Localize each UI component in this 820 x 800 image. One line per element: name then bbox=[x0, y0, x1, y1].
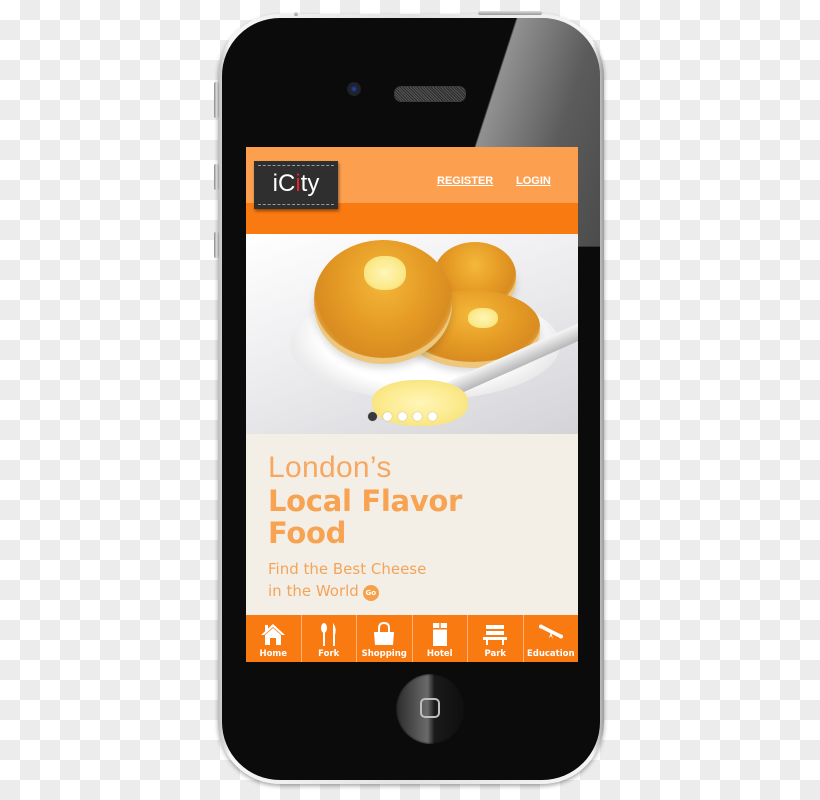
tab-education-label: Education bbox=[526, 649, 575, 659]
tab-education[interactable]: Education bbox=[524, 615, 579, 662]
tab-shopping-label: Shopping bbox=[361, 649, 407, 659]
tab-hotel-label: Hotel bbox=[426, 649, 453, 659]
headline-bold-line2: Food bbox=[268, 516, 347, 550]
carousel-dot-5[interactable] bbox=[428, 412, 437, 421]
phone-bezel: iCity REGISTER LOGIN London’s Local Flav… bbox=[222, 18, 600, 780]
carousel-dot-4[interactable] bbox=[413, 412, 422, 421]
butter-pat-image bbox=[468, 308, 498, 328]
volume-up-button bbox=[214, 164, 219, 190]
tab-fork[interactable]: Fork bbox=[302, 615, 357, 662]
subtitle-line1: Find the Best Cheese bbox=[268, 560, 427, 578]
home-icon bbox=[261, 624, 286, 645]
home-square-icon bbox=[420, 698, 440, 718]
tab-hotel[interactable]: Hotel bbox=[413, 615, 468, 662]
bottom-tab-bar: Home Fork Shopping Hotel Park Education bbox=[246, 615, 578, 662]
subtitle-line2-wrap: in the World Go bbox=[268, 580, 568, 602]
volume-down-button bbox=[214, 232, 219, 258]
tab-park[interactable]: Park bbox=[468, 615, 524, 662]
tab-park-label: Park bbox=[484, 649, 507, 659]
tab-home[interactable]: Home bbox=[246, 615, 302, 662]
diploma-icon bbox=[538, 624, 563, 639]
hotel-bed-icon bbox=[432, 623, 447, 646]
front-camera-icon bbox=[347, 82, 361, 96]
hero-carousel[interactable] bbox=[246, 234, 578, 434]
subtitle-line2: in the World bbox=[268, 582, 359, 600]
go-button[interactable]: Go bbox=[362, 585, 379, 601]
register-link[interactable]: REGISTER bbox=[437, 175, 493, 187]
mute-switch bbox=[214, 82, 219, 118]
tab-home-label: Home bbox=[259, 649, 288, 659]
shopping-bag-icon bbox=[374, 622, 395, 645]
sensor-notch bbox=[294, 12, 298, 16]
butter-pat-image bbox=[364, 256, 406, 290]
tab-fork-label: Fork bbox=[318, 649, 340, 659]
login-link[interactable]: LOGIN bbox=[516, 175, 551, 187]
subtitle: Find the Best Cheese in the World Go bbox=[268, 558, 568, 602]
logo-text-suffix: ty bbox=[300, 170, 320, 197]
carousel-dot-2[interactable] bbox=[383, 412, 392, 421]
tab-shopping[interactable]: Shopping bbox=[357, 615, 413, 662]
headline-bold-line1: Local Flavor bbox=[268, 484, 463, 518]
phone-device: iCity REGISTER LOGIN London’s Local Flav… bbox=[214, 11, 604, 784]
earpiece-speaker bbox=[394, 86, 466, 102]
icity-logo[interactable]: iCity bbox=[254, 161, 338, 209]
carousel-dot-3[interactable] bbox=[398, 412, 407, 421]
park-bench-icon bbox=[483, 625, 508, 645]
headline-light: London’s bbox=[268, 451, 392, 484]
home-button[interactable] bbox=[396, 674, 466, 744]
logo-text: iCity bbox=[254, 170, 338, 198]
app-screen: iCity REGISTER LOGIN London’s Local Flav… bbox=[246, 147, 578, 662]
carousel-dot-1[interactable] bbox=[368, 412, 377, 421]
carousel-indicators bbox=[368, 412, 437, 422]
logo-text-prefix: iC bbox=[272, 170, 296, 197]
promo-content: London’s Local Flavor Food Find the Best… bbox=[268, 451, 568, 602]
fork-knife-icon bbox=[320, 623, 336, 646]
power-button bbox=[478, 11, 542, 15]
